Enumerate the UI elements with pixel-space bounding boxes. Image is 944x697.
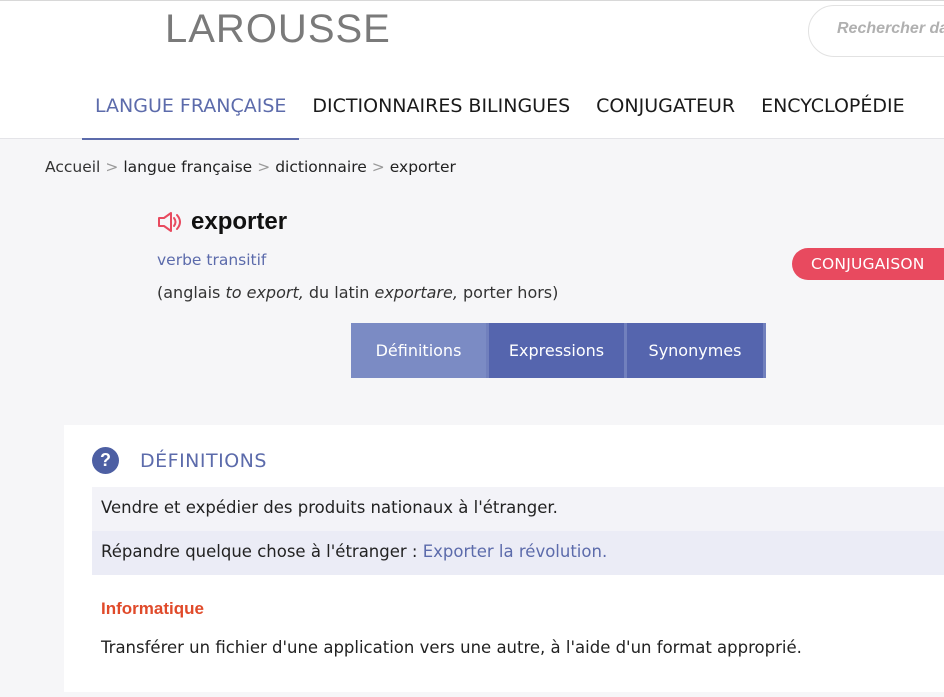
etymology-term: to export,: [225, 283, 304, 302]
etymology-text: porter hors): [457, 283, 559, 302]
tab-definitions[interactable]: Définitions: [351, 323, 489, 378]
definition-text: Vendre et expédier des produits nationau…: [101, 498, 558, 517]
definitions-card: ? DÉFINITIONS Vendre et expédier des pro…: [64, 425, 944, 692]
nav-langue-francaise[interactable]: LANGUE FRANÇAISE: [82, 81, 300, 140]
domain-label: Informatique: [101, 599, 204, 618]
breadcrumb-dictionnaire[interactable]: dictionnaire: [275, 158, 367, 176]
domain-definition: Transférer un fichier d'une application …: [101, 638, 802, 657]
definition-text: Répandre quelque chose à l'étranger :: [101, 542, 423, 561]
entry-tabs: Définitions Expressions Synonymes: [351, 323, 766, 378]
entry-word: exporter: [191, 208, 288, 235]
breadcrumb-separator: >: [257, 158, 271, 176]
definitions-title: DÉFINITIONS: [140, 449, 267, 472]
etymology: (anglais to export, du latin exportare, …: [157, 283, 558, 302]
definitions-header: ? DÉFINITIONS: [92, 447, 267, 474]
nav-conjugateur[interactable]: CONJUGATEUR: [583, 81, 748, 140]
definition-item: Répandre quelque chose à l'étranger : Ex…: [92, 531, 944, 575]
tab-expressions[interactable]: Expressions: [489, 323, 627, 378]
breadcrumb-home[interactable]: Accueil: [45, 158, 100, 176]
breadcrumb-separator: >: [105, 158, 119, 176]
part-of-speech: verbe transitif: [157, 251, 267, 269]
breadcrumb-separator: >: [371, 158, 385, 176]
nav-encyclopedie[interactable]: ENCYCLOPÉDIE: [748, 81, 918, 140]
etymology-text: (anglais: [157, 283, 226, 302]
site-header: LAROUSSE LANGUE FRANÇAISE DICTIONNAIRES …: [0, 0, 944, 140]
search-box[interactable]: [808, 5, 944, 57]
breadcrumb-current: exporter: [389, 158, 456, 176]
definition-example: Exporter la révolution.: [422, 542, 608, 561]
question-icon: ?: [92, 447, 119, 474]
entry-heading: exporter: [157, 208, 287, 236]
search-input[interactable]: [837, 20, 944, 38]
breadcrumb: Accueil > langue française > dictionnaire > ex…: [45, 158, 456, 176]
etymology-term: exportare,: [374, 283, 458, 302]
etymology-text: du latin: [303, 283, 375, 302]
nav-dictionnaires-bilingues[interactable]: DICTIONNAIRES BILINGUES: [299, 81, 583, 140]
tab-synonymes[interactable]: Synonymes: [627, 323, 766, 378]
breadcrumb-langue-francaise[interactable]: langue française: [123, 158, 252, 176]
definition-item: Vendre et expédier des produits nationau…: [92, 487, 944, 531]
conjugaison-button[interactable]: CONJUGAISON: [792, 248, 944, 280]
speaker-icon[interactable]: [157, 211, 183, 233]
larousse-logo[interactable]: LAROUSSE: [165, 7, 391, 52]
main-nav: LANGUE FRANÇAISE DICTIONNAIRES BILINGUES…: [82, 81, 918, 140]
